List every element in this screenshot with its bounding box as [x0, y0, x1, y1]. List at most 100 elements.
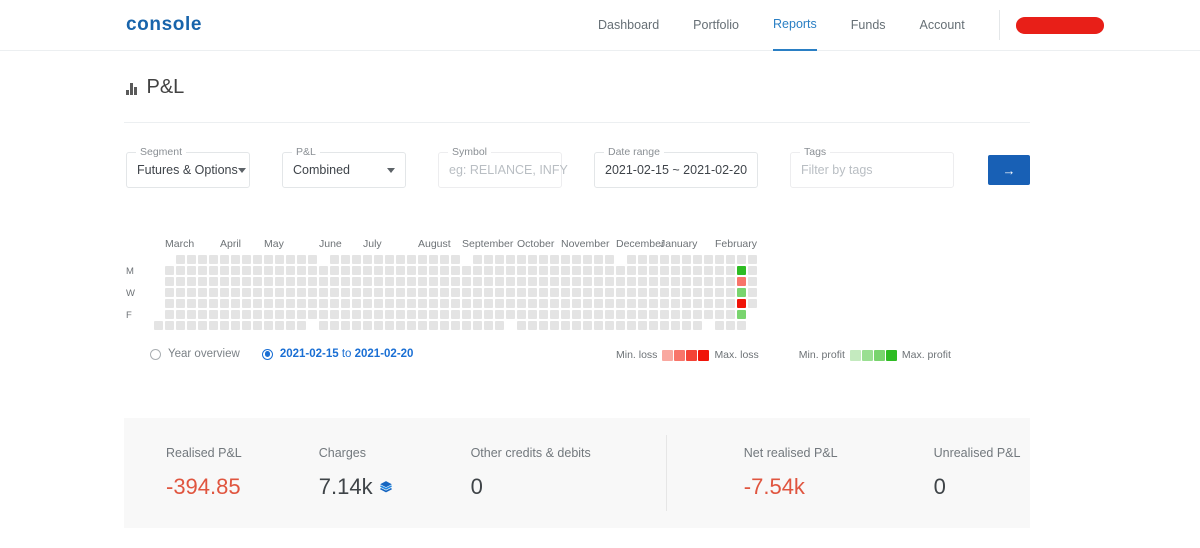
heatmap-cell[interactable]: [330, 288, 339, 297]
heatmap-cell[interactable]: [594, 255, 603, 264]
heatmap-cell[interactable]: [748, 288, 757, 297]
heatmap-cell[interactable]: [154, 299, 163, 308]
heatmap-cell[interactable]: [407, 299, 416, 308]
heatmap-cell[interactable]: [737, 288, 746, 297]
heatmap-cell[interactable]: [165, 299, 174, 308]
heatmap-cell[interactable]: [308, 310, 317, 319]
heatmap-cell[interactable]: [627, 321, 636, 330]
heatmap-cell[interactable]: [330, 277, 339, 286]
heatmap-cell[interactable]: [429, 266, 438, 275]
heatmap-cell[interactable]: [517, 310, 526, 319]
heatmap-cell[interactable]: [495, 321, 504, 330]
heatmap-cell[interactable]: [341, 255, 350, 264]
heatmap-cell[interactable]: [374, 299, 383, 308]
heatmap-cell[interactable]: [286, 288, 295, 297]
heatmap-cell[interactable]: [308, 288, 317, 297]
heatmap-cell[interactable]: [638, 277, 647, 286]
heatmap-cell[interactable]: [154, 255, 163, 264]
heatmap-cell[interactable]: [154, 288, 163, 297]
heatmap-cell[interactable]: [407, 255, 416, 264]
heatmap-cell[interactable]: [407, 310, 416, 319]
heatmap-cell[interactable]: [682, 321, 691, 330]
heatmap-cell[interactable]: [605, 310, 614, 319]
heatmap-cell[interactable]: [594, 266, 603, 275]
heatmap-cell[interactable]: [374, 266, 383, 275]
heatmap-cell[interactable]: [682, 266, 691, 275]
heatmap-cell[interactable]: [550, 266, 559, 275]
heatmap-cell[interactable]: [462, 277, 471, 286]
heatmap-cell[interactable]: [462, 310, 471, 319]
heatmap-cell[interactable]: [275, 310, 284, 319]
heatmap-cell[interactable]: [506, 321, 515, 330]
heatmap-cell[interactable]: [352, 310, 361, 319]
heatmap-cell[interactable]: [264, 266, 273, 275]
heatmap-cell[interactable]: [418, 299, 427, 308]
heatmap-cell[interactable]: [539, 310, 548, 319]
heatmap-cell[interactable]: [649, 266, 658, 275]
heatmap-cell[interactable]: [627, 299, 636, 308]
heatmap-cell[interactable]: [154, 321, 163, 330]
console-logo[interactable]: console: [126, 14, 202, 36]
heatmap-cell[interactable]: [473, 277, 482, 286]
heatmap-cell[interactable]: [231, 277, 240, 286]
heatmap-cell[interactable]: [671, 277, 680, 286]
heatmap-cell[interactable]: [396, 299, 405, 308]
heatmap-cell[interactable]: [715, 310, 724, 319]
heatmap-cell[interactable]: [341, 321, 350, 330]
heatmap-cell[interactable]: [209, 321, 218, 330]
heatmap-cell[interactable]: [704, 299, 713, 308]
nav-item-reports[interactable]: Reports: [773, 0, 817, 51]
heatmap-cell[interactable]: [638, 266, 647, 275]
heatmap-cell[interactable]: [561, 299, 570, 308]
heatmap-cell[interactable]: [737, 277, 746, 286]
nav-item-account[interactable]: Account: [920, 0, 965, 51]
heatmap-cell[interactable]: [594, 310, 603, 319]
heatmap-cell[interactable]: [583, 255, 592, 264]
heatmap-cell[interactable]: [440, 288, 449, 297]
heatmap-cell[interactable]: [473, 310, 482, 319]
heatmap-cell[interactable]: [297, 266, 306, 275]
heatmap-cell[interactable]: [693, 255, 702, 264]
heatmap-cell[interactable]: [418, 266, 427, 275]
heatmap-cell[interactable]: [473, 255, 482, 264]
heatmap-cell[interactable]: [407, 288, 416, 297]
heatmap-cell[interactable]: [693, 321, 702, 330]
heatmap-cell[interactable]: [308, 277, 317, 286]
heatmap-cell[interactable]: [561, 266, 570, 275]
heatmap-cell[interactable]: [231, 299, 240, 308]
heatmap-cell[interactable]: [154, 266, 163, 275]
heatmap-cell[interactable]: [363, 266, 372, 275]
heatmap-cell[interactable]: [517, 288, 526, 297]
heatmap-cell[interactable]: [594, 321, 603, 330]
heatmap-cell[interactable]: [484, 299, 493, 308]
heatmap-cell[interactable]: [528, 288, 537, 297]
heatmap-cell[interactable]: [517, 321, 526, 330]
heatmap-cell[interactable]: [451, 310, 460, 319]
heatmap-cell[interactable]: [671, 255, 680, 264]
heatmap-cell[interactable]: [187, 255, 196, 264]
radio-date-range[interactable]: 2021-02-15 to 2021-02-20: [261, 348, 413, 360]
heatmap-cell[interactable]: [484, 321, 493, 330]
heatmap-cell[interactable]: [605, 266, 614, 275]
heatmap-cell[interactable]: [451, 321, 460, 330]
heatmap-cell[interactable]: [704, 266, 713, 275]
heatmap-cell[interactable]: [396, 288, 405, 297]
heatmap-cell[interactable]: [264, 299, 273, 308]
date-range-input[interactable]: Date range 2021-02-15 ~ 2021-02-20: [594, 146, 758, 188]
heatmap-cell[interactable]: [341, 310, 350, 319]
heatmap-cell[interactable]: [550, 321, 559, 330]
heatmap-cell[interactable]: [539, 288, 548, 297]
heatmap-cell[interactable]: [506, 266, 515, 275]
heatmap-cell[interactable]: [242, 310, 251, 319]
heatmap-cell[interactable]: [209, 266, 218, 275]
heatmap-cell[interactable]: [539, 299, 548, 308]
heatmap-cell[interactable]: [517, 255, 526, 264]
heatmap-cell[interactable]: [594, 288, 603, 297]
symbol-input[interactable]: Symbol eg: RELIANCE, INFY: [438, 146, 568, 188]
heatmap-cell[interactable]: [561, 321, 570, 330]
heatmap-cell[interactable]: [539, 277, 548, 286]
heatmap-cell[interactable]: [264, 321, 273, 330]
heatmap-cell[interactable]: [385, 277, 394, 286]
heatmap-cell[interactable]: [330, 255, 339, 264]
heatmap-cell[interactable]: [737, 299, 746, 308]
